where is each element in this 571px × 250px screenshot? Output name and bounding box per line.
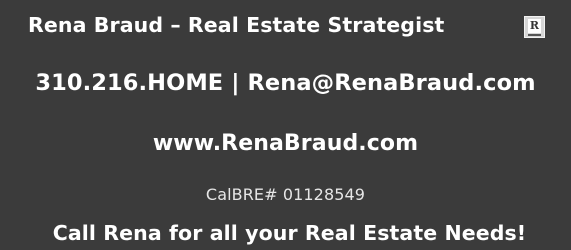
business-card: Rena Braud – Real Estate Strategist R 31… xyxy=(0,0,571,250)
realtor-logo-icon: R xyxy=(524,16,545,38)
title-row: Rena Braud – Real Estate Strategist R xyxy=(0,10,571,40)
realtor-logo-letter: R xyxy=(528,19,541,33)
call-to-action: Call Rena for all your Real Estate Needs… xyxy=(52,221,527,245)
realtor-logo-bar xyxy=(528,34,541,36)
license-number: CalBRE# 01128549 xyxy=(205,185,366,204)
contact-info: 310.216.HOME | Rena@RenaBraud.com xyxy=(35,70,536,96)
agent-title: Rena Braud – Real Estate Strategist xyxy=(28,13,445,37)
website-url: www.RenaBraud.com xyxy=(152,131,419,156)
